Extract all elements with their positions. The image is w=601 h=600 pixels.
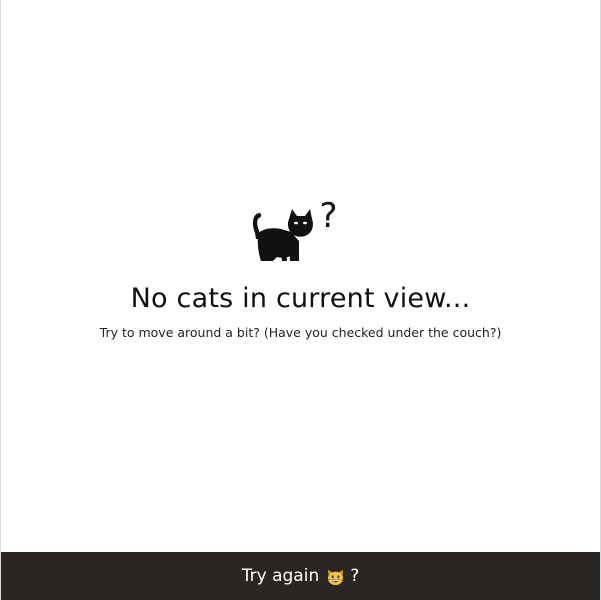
try-again-label: Try again	[241, 566, 320, 586]
try-again-button[interactable]: Try again ?	[1, 552, 600, 600]
question-mark-icon: ?	[319, 196, 338, 236]
try-again-label-group: Try again ?	[242, 566, 360, 586]
empty-state-subtitle: Try to move around a bit? (Have you chec…	[99, 325, 502, 341]
try-again-suffix: ?	[350, 566, 360, 586]
cat-illustration: ?	[251, 199, 351, 271]
app-viewport: ? No cats in current view... Try to move…	[0, 0, 601, 600]
cat-icon	[252, 209, 313, 261]
empty-state-title: No cats in current view...	[130, 283, 471, 314]
empty-state: ? No cats in current view... Try to move…	[1, 199, 600, 342]
grinning-cat-face-icon	[327, 569, 345, 585]
